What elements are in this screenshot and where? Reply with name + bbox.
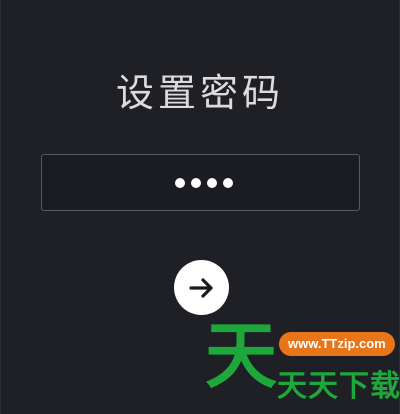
set-password-screen: 设置密码 天 www.TTzip.com 天天下载 bbox=[0, 0, 400, 414]
watermark-text: 天天下载 bbox=[277, 369, 400, 404]
password-dots bbox=[175, 155, 233, 210]
password-dot bbox=[175, 177, 185, 188]
next-button[interactable] bbox=[174, 260, 229, 315]
password-dot bbox=[223, 177, 233, 188]
watermark: 天 www.TTzip.com 天天下载 bbox=[201, 320, 400, 414]
password-input[interactable] bbox=[41, 154, 360, 211]
watermark-logo: 天 bbox=[205, 314, 278, 398]
page-title: 设置密码 bbox=[115, 71, 284, 115]
arrow-right-icon bbox=[188, 277, 215, 299]
password-dot bbox=[207, 177, 217, 188]
password-dot bbox=[191, 177, 201, 188]
watermark-url: www.TTzip.com bbox=[279, 332, 395, 356]
